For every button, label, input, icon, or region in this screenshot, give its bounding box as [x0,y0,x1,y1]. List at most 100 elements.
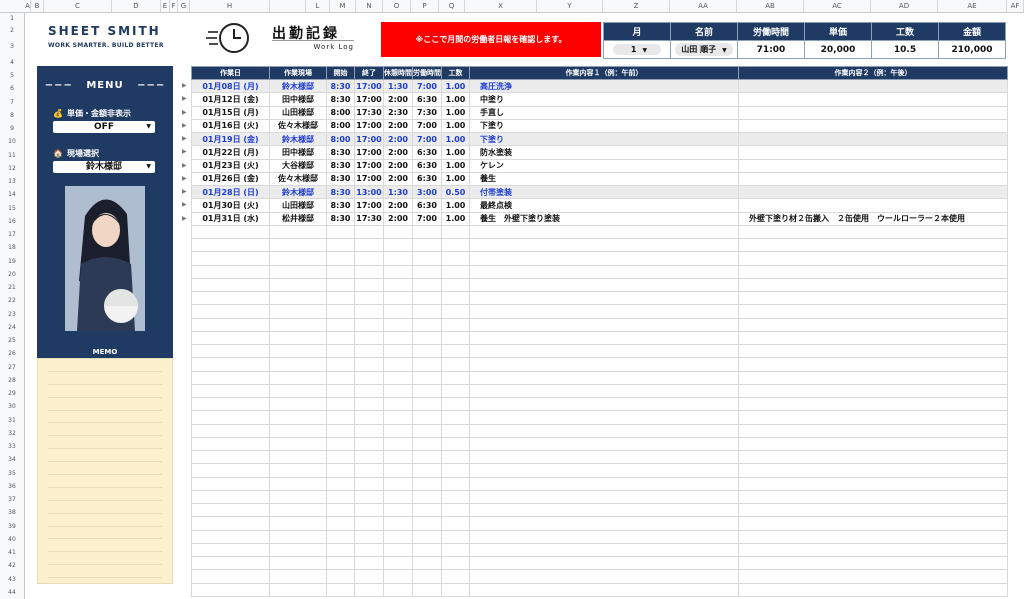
cell-empty[interactable] [354,423,384,438]
cell-empty[interactable] [469,502,739,518]
cell-empty[interactable] [383,343,413,359]
cell-empty[interactable] [326,463,355,478]
row-label[interactable]: 22 [0,297,24,304]
cell-break[interactable]: 1:30 [383,184,413,200]
cell-empty[interactable] [191,423,270,438]
cell-empty[interactable] [326,277,355,293]
row-expand-arrow-icon[interactable]: ▶ [182,188,187,195]
table-row-empty[interactable] [191,330,1008,346]
cell-empty[interactable] [383,569,413,584]
cell-empty[interactable] [412,542,442,558]
cell-empty[interactable] [383,489,413,505]
cell-empty[interactable] [326,476,355,491]
cell-empty[interactable] [469,277,739,293]
cell-empty[interactable] [383,330,413,346]
cell-empty[interactable] [326,569,355,584]
cell-empty[interactable] [738,582,1008,597]
cell-empty[interactable] [383,502,413,518]
cell-empty[interactable] [412,489,442,505]
cell-work[interactable]: 7:00 [412,131,442,147]
cell-empty[interactable] [469,224,739,240]
row-label[interactable]: 37 [0,496,24,503]
cell-break[interactable]: 2:00 [383,131,413,147]
cell-empty[interactable] [191,264,270,279]
cell-site[interactable]: 鈴木様邸 [269,184,327,200]
row-label[interactable]: 26 [0,350,24,357]
table-row-empty[interactable] [191,463,1008,478]
cell-empty[interactable] [191,436,270,452]
cell-empty[interactable] [441,277,470,293]
row-label[interactable]: 34 [0,456,24,463]
cell-empty[interactable] [354,343,384,359]
cell-empty[interactable] [269,251,327,266]
cell-empty[interactable] [191,357,270,372]
column-label[interactable]: M [330,0,356,13]
cell-work[interactable]: 7:30 [412,105,442,120]
cell-empty[interactable] [441,343,470,359]
row-label[interactable]: 33 [0,443,24,450]
cell-empty[interactable] [412,264,442,279]
cell-date[interactable]: 01月15日 (月) [191,105,270,120]
cell-empty[interactable] [738,343,1008,359]
cell-empty[interactable] [354,449,384,465]
cell-empty[interactable] [354,502,384,518]
cell-empty[interactable] [383,370,413,385]
cell-empty[interactable] [326,251,355,266]
cell-pm[interactable] [738,131,1008,147]
table-row-empty[interactable] [191,529,1008,544]
cell-empty[interactable] [469,449,739,465]
cell-empty[interactable] [383,264,413,279]
cell-empty[interactable] [269,224,327,240]
cell-empty[interactable] [469,396,739,412]
cell-empty[interactable] [738,224,1008,240]
column-label[interactable]: P [411,0,439,13]
column-label[interactable]: AF [1007,0,1024,13]
table-row[interactable]: 01月16日 (火) 佐々木様邸 8:00 17:00 2:00 7:00 1.00 下塗り [191,118,1008,134]
cell-empty[interactable] [469,569,739,584]
cell-pm[interactable] [738,105,1008,120]
cell-empty[interactable] [191,370,270,385]
memo-area[interactable] [37,358,173,584]
cell-empty[interactable] [441,396,470,412]
row-label[interactable]: 9 [0,125,24,132]
row-expand-arrow-icon[interactable]: ▶ [182,175,187,182]
cell-empty[interactable] [191,502,270,518]
cell-end[interactable]: 17:00 [354,92,384,107]
cell-empty[interactable] [412,357,442,372]
cell-empty[interactable] [354,489,384,505]
cell-empty[interactable] [738,317,1008,332]
cell-pm[interactable] [738,78,1008,94]
cell-empty[interactable] [738,396,1008,412]
cell-empty[interactable] [269,396,327,412]
cell-start[interactable]: 8:30 [326,145,355,160]
month-dropdown[interactable]: 1 ▼ [603,40,671,59]
cell-empty[interactable] [191,516,270,531]
cell-end[interactable]: 17:30 [354,211,384,226]
cell-empty[interactable] [441,463,470,478]
cell-pm[interactable] [738,184,1008,200]
row-expand-arrow-icon[interactable]: ▶ [182,162,187,169]
table-row-empty[interactable] [191,290,1008,306]
row-label[interactable]: 43 [0,576,24,583]
cell-empty[interactable] [412,555,442,571]
cell-empty[interactable] [269,304,327,319]
cell-work[interactable]: 6:30 [412,171,442,187]
cell-empty[interactable] [269,555,327,571]
cell-empty[interactable] [441,237,470,253]
cell-empty[interactable] [326,357,355,372]
cell-empty[interactable] [738,555,1008,571]
table-row-empty[interactable] [191,555,1008,571]
column-label[interactable]: O [383,0,411,13]
cell-empty[interactable] [441,304,470,319]
cell-empty[interactable] [469,304,739,319]
cell-site[interactable]: 佐々木様邸 [269,171,327,187]
cell-empty[interactable] [441,489,470,505]
cell-am[interactable]: 養生 [469,171,739,187]
cell-work[interactable]: 3:00 [412,184,442,200]
cell-empty[interactable] [326,317,355,332]
cell-date[interactable]: 01月22日 (月) [191,145,270,160]
cell-empty[interactable] [738,476,1008,491]
row-expand-arrow-icon[interactable]: ▶ [182,109,187,116]
cell-empty[interactable] [469,357,739,372]
cell-md[interactable]: 1.00 [441,171,470,187]
